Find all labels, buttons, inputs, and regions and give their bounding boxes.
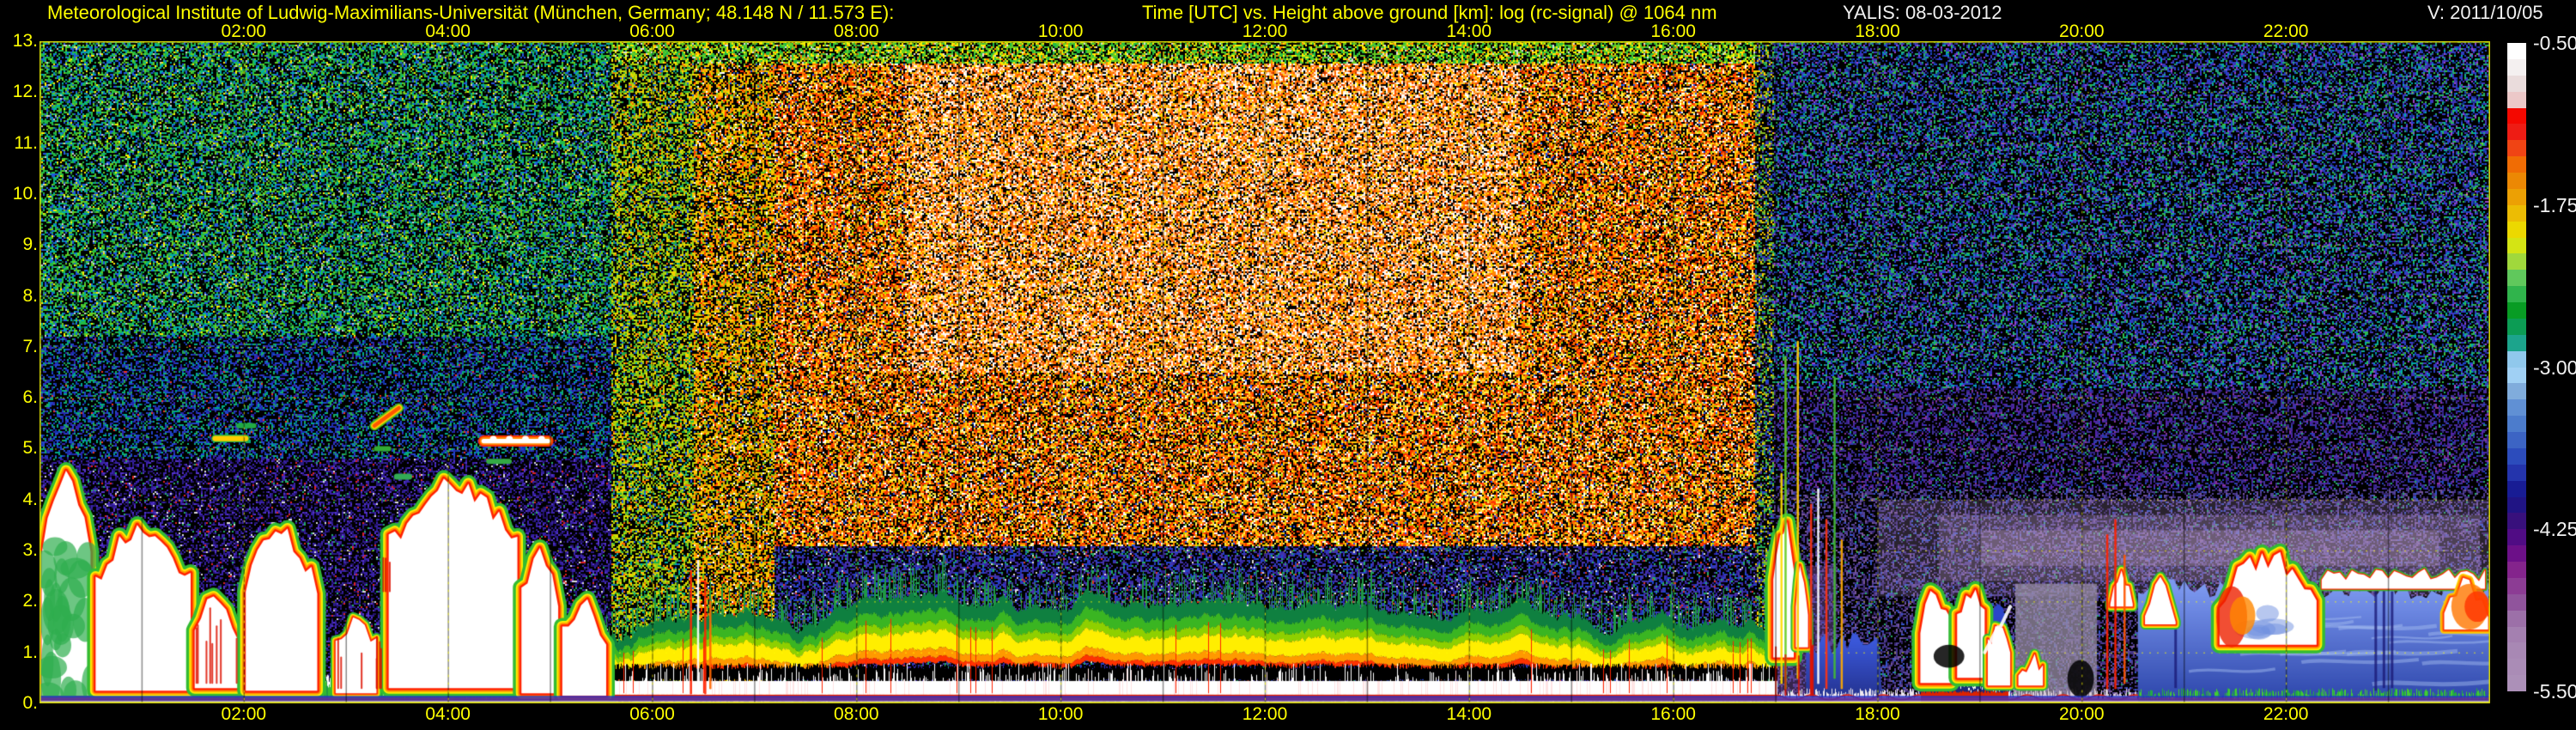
colorbar-segment xyxy=(2507,237,2526,254)
y-tick-label: 5. xyxy=(22,438,38,459)
y-tick-label: 1. xyxy=(22,642,38,662)
colorbar-segment xyxy=(2507,367,2526,384)
colorbar-segment xyxy=(2507,513,2526,530)
y-tick-label: 3. xyxy=(22,540,38,561)
colorbar-segment xyxy=(2507,562,2526,578)
x-tick-label: 04:00 xyxy=(425,704,471,724)
y-tick-label: 6. xyxy=(22,387,38,408)
colorbar-segment xyxy=(2507,43,2526,59)
y-tick-label: 9. xyxy=(22,234,38,255)
y-tick-label: 11. xyxy=(14,132,38,153)
colorbar xyxy=(2507,43,2526,691)
colorbar-tick-label: -5.50 xyxy=(2533,680,2576,703)
colorbar-segment xyxy=(2507,173,2526,189)
x-tick-label: 10:00 xyxy=(1037,21,1084,41)
colorbar-segment xyxy=(2507,577,2526,594)
colorbar-segment xyxy=(2507,642,2526,660)
lidar-heatmap-canvas xyxy=(39,41,2490,703)
x-tick-label: 20:00 xyxy=(2059,704,2105,724)
colorbar-tick-label: -1.75 xyxy=(2533,193,2576,216)
instrument-date-label: YALIS: 08-03-2012 xyxy=(1843,2,2002,23)
colorbar-segment xyxy=(2507,75,2526,92)
x-tick-label: 06:00 xyxy=(629,21,675,41)
colorbar-segment xyxy=(2507,675,2526,691)
colorbar-segment xyxy=(2507,529,2526,546)
y-tick-label: 8. xyxy=(22,285,38,306)
institute-title: Meteorological Institute of Ludwig-Maxim… xyxy=(47,2,895,23)
lidar-quicklook-page: Meteorological Institute of Ludwig-Maxim… xyxy=(0,0,2576,730)
x-tick-label: 18:00 xyxy=(1855,704,1900,724)
colorbar-segment xyxy=(2507,221,2526,238)
x-tick-label: 02:00 xyxy=(221,21,267,41)
x-tick-label: 20:00 xyxy=(2059,21,2105,41)
colorbar-segment xyxy=(2507,156,2526,173)
version-label: V: 2011/10/05 xyxy=(2427,2,2543,23)
colorbar-segment xyxy=(2507,302,2526,319)
x-tick-label: 22:00 xyxy=(2263,704,2309,724)
x-tick-label: 14:00 xyxy=(1446,21,1492,41)
colorbar-tick-label: -3.00 xyxy=(2533,356,2576,379)
y-tick-label: 4. xyxy=(22,489,38,509)
x-tick-label: 08:00 xyxy=(834,704,879,724)
colorbar-segment xyxy=(2507,107,2526,125)
colorbar-tick-label: -4.25 xyxy=(2533,518,2576,541)
x-tick-label: 18:00 xyxy=(1855,21,1900,41)
colorbar-segment xyxy=(2507,188,2526,205)
colorbar-segment xyxy=(2507,399,2526,417)
colorbar-segment xyxy=(2507,545,2526,562)
colorbar-segment xyxy=(2507,610,2526,627)
x-tick-label: 06:00 xyxy=(629,704,675,724)
x-tick-label: 22:00 xyxy=(2263,21,2309,41)
x-tick-label: 04:00 xyxy=(425,21,471,41)
colorbar-segment xyxy=(2507,334,2526,351)
colorbar-segment xyxy=(2507,447,2526,465)
colorbar-segment xyxy=(2507,270,2526,287)
x-tick-label: 12:00 xyxy=(1242,704,1288,724)
colorbar-segment xyxy=(2507,383,2526,400)
colorbar-segment xyxy=(2507,496,2526,514)
colorbar-segment xyxy=(2507,140,2526,157)
x-tick-label: 02:00 xyxy=(221,704,267,724)
colorbar-segment xyxy=(2507,91,2526,108)
x-tick-label: 08:00 xyxy=(834,21,879,41)
colorbar-segment xyxy=(2507,253,2526,271)
colorbar-segment xyxy=(2507,318,2526,335)
colorbar-segment xyxy=(2507,416,2526,432)
x-tick-label: 16:00 xyxy=(1650,21,1696,41)
colorbar-segment xyxy=(2507,432,2526,448)
colorbar-segment xyxy=(2507,659,2526,676)
colorbar-segment xyxy=(2507,58,2526,76)
colorbar-tick-label: -0.50 xyxy=(2533,32,2576,54)
y-tick-label: 2. xyxy=(22,591,38,611)
y-tick-label: 12. xyxy=(12,82,38,102)
plot-title: Time [UTC] vs. Height above ground [km]:… xyxy=(1142,2,1717,23)
y-tick-label: 0. xyxy=(22,693,38,713)
x-tick-label: 12:00 xyxy=(1242,21,1288,41)
colorbar-segment xyxy=(2507,350,2526,368)
colorbar-segment xyxy=(2507,464,2526,481)
y-tick-label: 7. xyxy=(22,336,38,356)
colorbar-segment xyxy=(2507,480,2526,497)
colorbar-segment xyxy=(2507,626,2526,643)
x-tick-label: 14:00 xyxy=(1446,704,1492,724)
colorbar-segment xyxy=(2507,593,2526,611)
x-tick-label: 16:00 xyxy=(1650,704,1696,724)
colorbar-segment xyxy=(2507,204,2526,222)
y-tick-label: 10. xyxy=(12,183,38,204)
colorbar-segment xyxy=(2507,286,2526,302)
colorbar-segment xyxy=(2507,124,2526,141)
x-tick-label: 10:00 xyxy=(1037,704,1084,724)
y-tick-label: 13. xyxy=(12,31,38,51)
